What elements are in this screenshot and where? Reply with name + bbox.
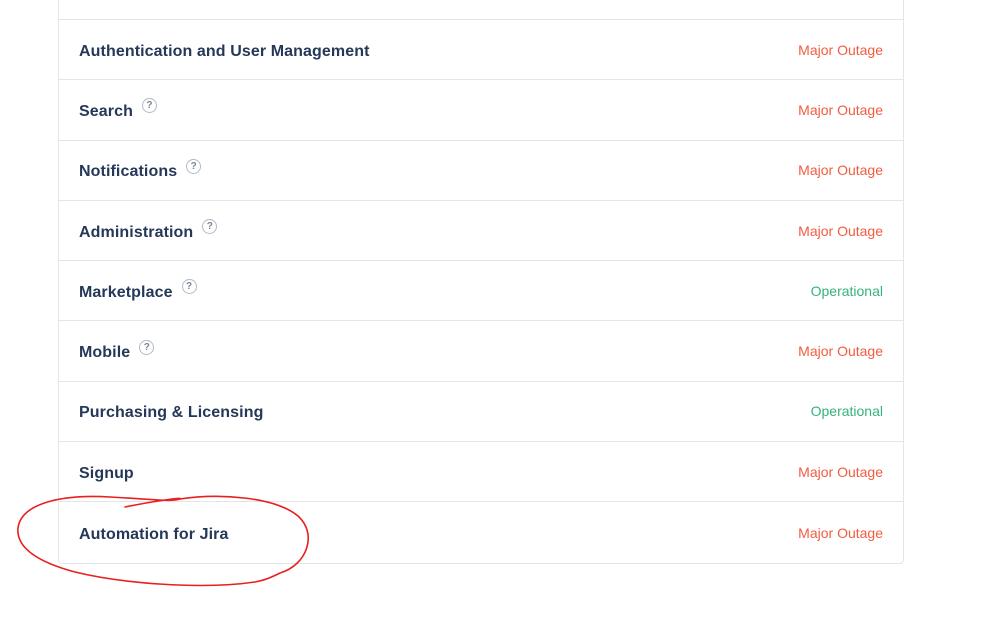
component-name: Administration — [79, 223, 194, 241]
component-name-wrap: Purchasing & Licensing — [79, 402, 264, 422]
component-name: Purchasing & Licensing — [79, 404, 264, 422]
component-status: Major Outage — [798, 343, 883, 360]
component-row-marketplace: Marketplace ? Operational — [59, 261, 903, 322]
component-row-authentication: Authentication and User Management Major… — [59, 20, 903, 81]
component-row-signup: Signup Major Outage — [59, 442, 903, 503]
component-name: Marketplace — [79, 283, 173, 301]
component-status: Operational — [810, 403, 883, 420]
component-name: Signup — [79, 464, 134, 482]
question-circle-icon[interactable]: ? — [139, 339, 155, 355]
component-status: Major Outage — [798, 222, 883, 239]
component-row-mobile: Mobile ? Major Outage — [59, 321, 903, 382]
status-page: Authentication and User Management Major… — [0, 0, 999, 617]
component-row-automation-for-jira: Automation for Jira Major Outage — [59, 502, 903, 562]
component-name: Mobile — [79, 344, 131, 362]
component-name-wrap: Mobile ? — [79, 339, 155, 362]
question-circle-icon[interactable]: ? — [186, 158, 202, 174]
component-name: Notifications — [79, 163, 178, 181]
component-status-list: Authentication and User Management Major… — [58, 0, 904, 564]
previous-row-stub — [59, 0, 903, 20]
component-row-notifications: Notifications ? Major Outage — [59, 141, 903, 201]
question-circle-icon[interactable]: ? — [202, 219, 218, 235]
component-name-wrap: Search ? — [79, 98, 157, 120]
component-name-wrap: Authentication and User Management — [79, 41, 370, 60]
component-name-wrap: Signup — [79, 463, 134, 482]
component-name: Automation for Jira — [79, 525, 229, 543]
component-status: Operational — [810, 282, 883, 299]
component-name-wrap: Marketplace ? — [79, 279, 197, 301]
component-status: Major Outage — [798, 463, 883, 480]
component-status: Major Outage — [798, 162, 883, 179]
component-row-search: Search ? Major Outage — [59, 80, 903, 141]
component-name: Authentication and User Management — [79, 42, 370, 60]
question-circle-icon[interactable]: ? — [181, 279, 197, 295]
question-circle-icon[interactable]: ? — [141, 98, 157, 114]
component-status: Major Outage — [798, 524, 883, 541]
component-status: Major Outage — [798, 41, 883, 58]
component-status: Major Outage — [798, 101, 883, 118]
component-name-wrap: Administration ? — [79, 219, 218, 241]
component-row-purchasing: Purchasing & Licensing Operational — [59, 382, 903, 443]
component-row-administration: Administration ? Major Outage — [59, 201, 903, 262]
component-name-wrap: Automation for Jira — [79, 524, 229, 543]
component-name: Search — [79, 102, 133, 120]
component-name-wrap: Notifications ? — [79, 158, 202, 181]
